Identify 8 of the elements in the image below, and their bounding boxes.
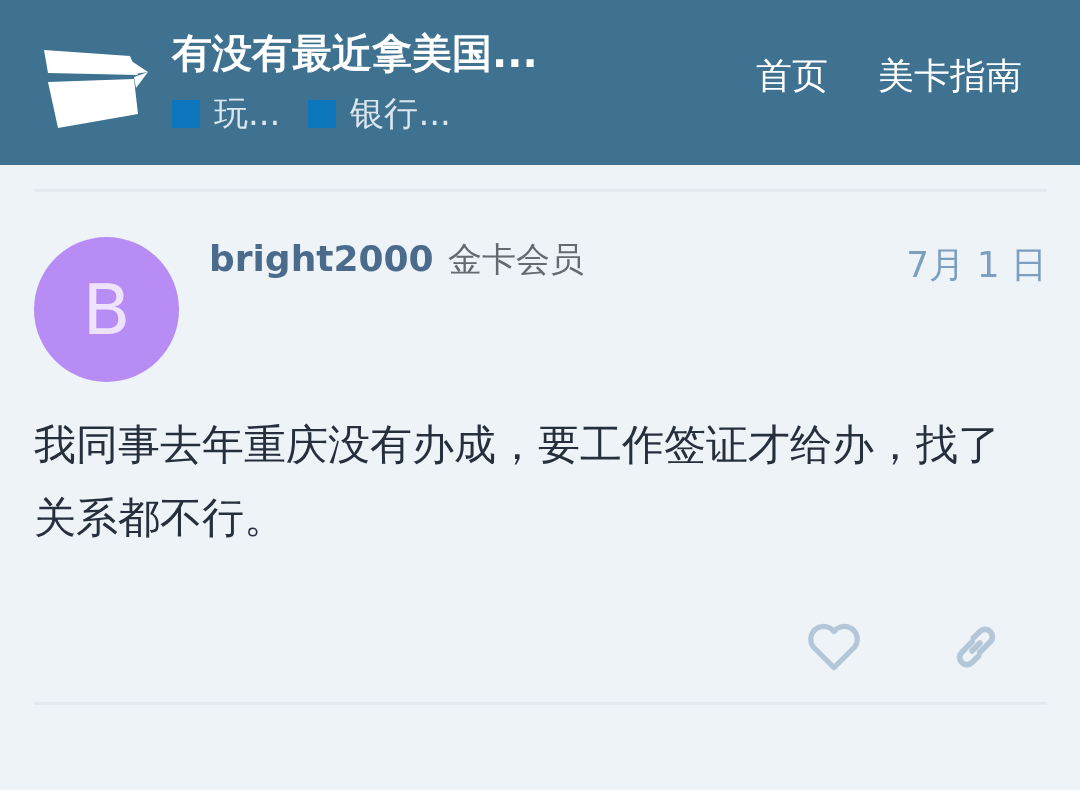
nav-link[interactable]: 美卡指南: [878, 52, 1022, 101]
username[interactable]: bright2000: [209, 238, 434, 279]
category-link[interactable]: 银行...: [350, 91, 451, 137]
nav-link[interactable]: 首页: [756, 52, 828, 101]
topic-title[interactable]: 有没有最近拿美国...: [172, 26, 538, 81]
user-title: 金卡会员: [447, 238, 584, 281]
category-link[interactable]: 玩...: [214, 91, 281, 137]
post-text: 我同事去年重庆没有办成，要工作签证才给办，找了关系都不行。: [34, 419, 1001, 544]
